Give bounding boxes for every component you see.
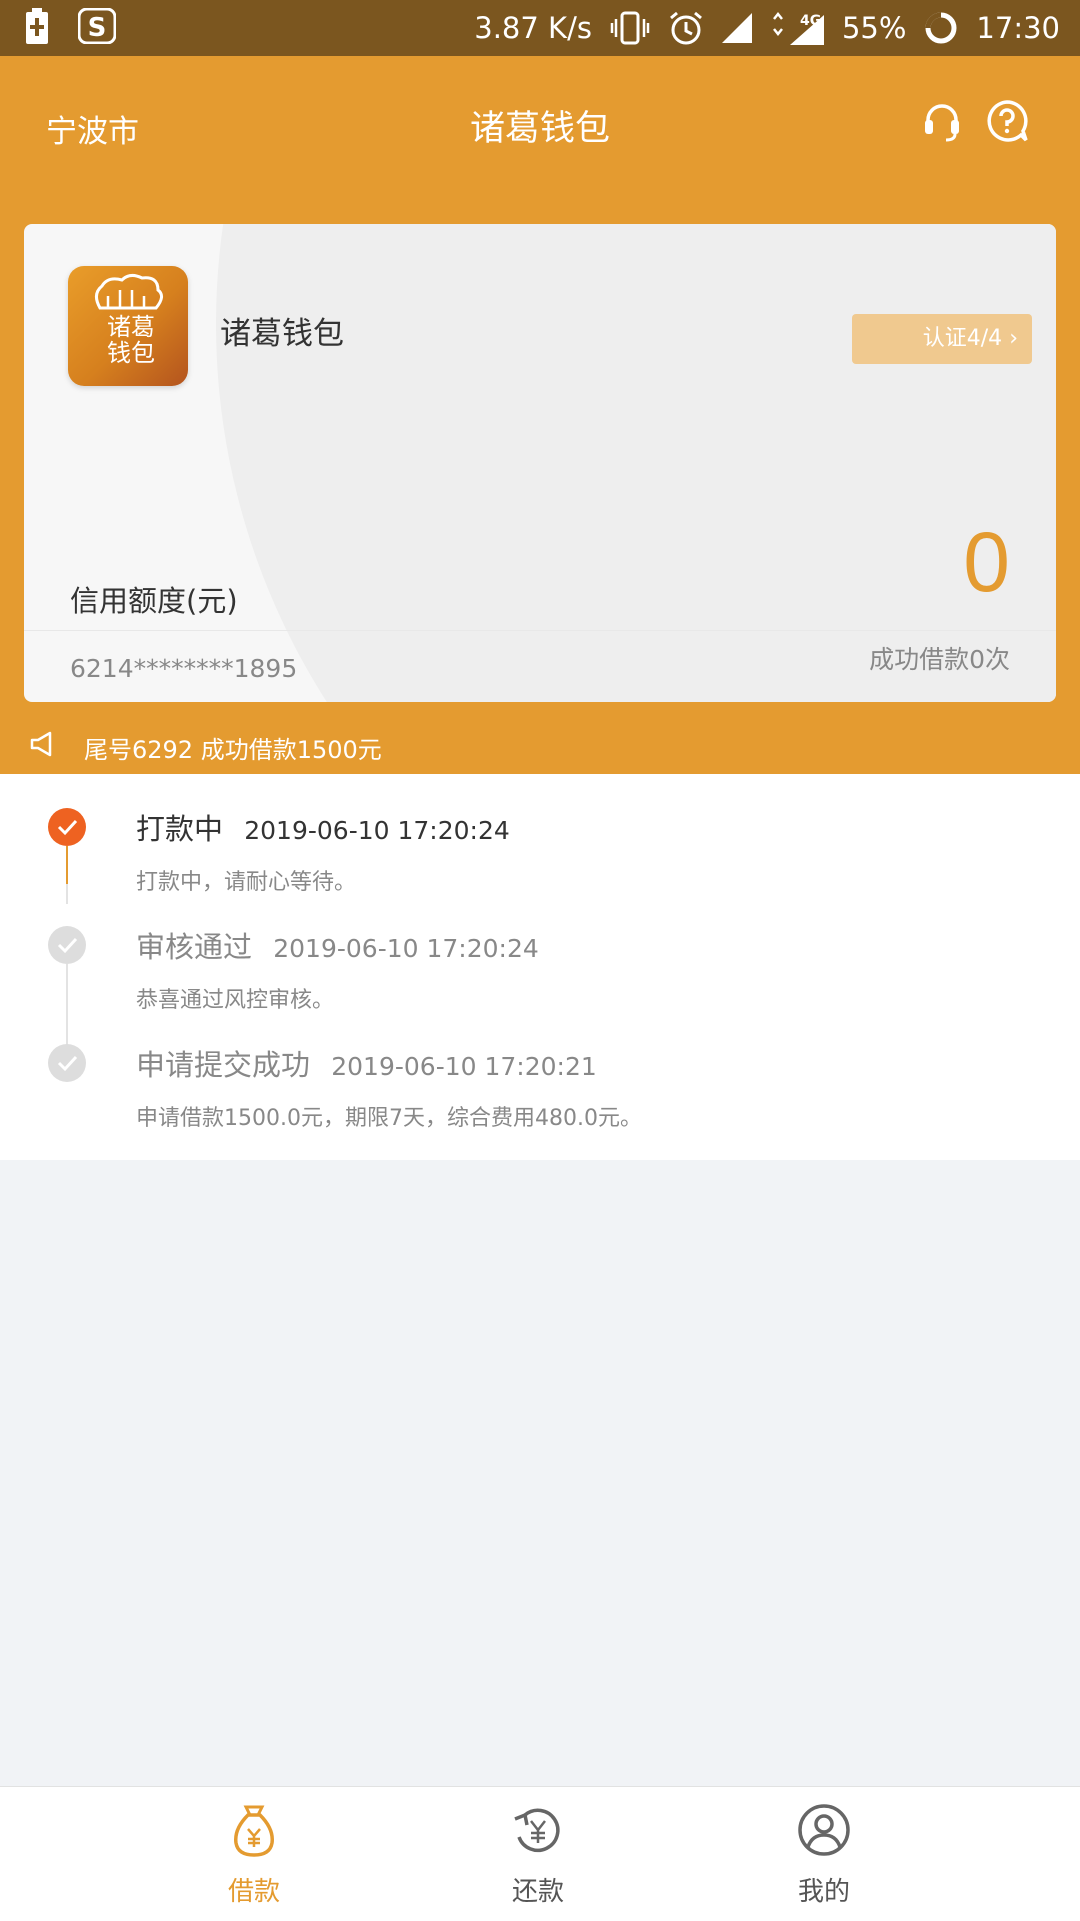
credit-label: 信用额度(元)	[70, 584, 238, 618]
bottom-tab-bar: 借款 还款 我的	[0, 1786, 1080, 1921]
svg-text:S: S	[88, 13, 107, 43]
app-s-icon: S	[78, 8, 116, 44]
battery-ring-icon	[925, 12, 957, 44]
app-name: 诸葛钱包	[220, 316, 344, 352]
success-loan-count: 成功借款0次	[869, 645, 1010, 674]
timeline-title-row: 申请提交成功 2019-06-10 17:20:21	[136, 1042, 597, 1084]
tab-label: 我的	[797, 1877, 850, 1907]
tab-mine[interactable]: 我的	[744, 1803, 904, 1908]
vibrate-icon	[610, 11, 650, 45]
tab-label: 还款	[511, 1877, 564, 1907]
timeline-title-row: 审核通过 2019-06-10 17:20:24	[136, 924, 539, 966]
tab-borrow[interactable]: 借款	[174, 1803, 334, 1908]
signal-icon	[721, 13, 752, 43]
help-icon[interactable]	[986, 100, 1028, 142]
logo-text: 诸葛钱包	[107, 313, 155, 367]
tab-label: 借款	[227, 1877, 280, 1907]
timeline-time: 2019-06-10 17:20:24	[244, 816, 510, 845]
bank-card-number: 6214********1895	[70, 654, 298, 683]
clock: 17:30	[976, 11, 1060, 45]
tab-repay[interactable]: 还款	[458, 1803, 618, 1908]
inactive-check-icon	[48, 926, 86, 964]
timeline-desc: 申请借款1500.0元，期限7天，综合费用480.0元。	[136, 1106, 642, 1131]
active-check-icon	[48, 808, 86, 846]
alarm-icon	[669, 11, 702, 45]
user-icon	[798, 1804, 850, 1856]
loan-progress-timeline: 打款中 2019-06-10 17:20:24 打款中，请耐心等待。 审核通过 …	[0, 774, 1080, 1160]
notice-text: 尾号6292 成功借款1500元	[84, 736, 382, 764]
page-title: 诸葛钱包	[469, 109, 610, 149]
credit-value: 0	[963, 515, 1010, 609]
timeline-item: 申请提交成功 2019-06-10 17:20:21 申请借款1500.0元，期…	[0, 1010, 1080, 1160]
verify-label: 认证4/4	[922, 326, 1003, 351]
network-type: 4G	[800, 13, 821, 29]
repay-icon	[514, 1808, 560, 1853]
timeline-connector	[66, 846, 68, 884]
network-speed: 3.87 K/s	[474, 11, 592, 45]
timeline-time: 2019-06-10 17:20:21	[331, 1052, 597, 1081]
notice-bar: 尾号6292 成功借款1500元	[0, 720, 1080, 774]
verify-button[interactable]: 认证4/4 ›	[852, 314, 1032, 364]
chevron-right-icon: ›	[1009, 326, 1018, 351]
battery-charging-icon	[26, 8, 48, 44]
credit-card-panel: 诸葛钱包 诸葛钱包 认证4/4 › 信用额度(元) 0 6214********…	[24, 224, 1056, 702]
money-bag-icon	[234, 1805, 274, 1857]
inactive-check-icon	[48, 1044, 86, 1082]
status-bar: S 3.87 K/s 4G 55% 17:30	[0, 0, 1080, 56]
timeline-status: 申请提交成功	[136, 1048, 311, 1082]
headset-icon[interactable]	[922, 100, 962, 142]
speaker-icon	[30, 731, 52, 757]
signal-4g-icon: 4G	[772, 11, 824, 45]
timeline-status: 打款中	[136, 812, 224, 846]
card-divider	[24, 630, 1056, 631]
app-logo: 诸葛钱包	[68, 266, 188, 386]
timeline-item: 打款中 2019-06-10 17:20:24 打款中，请耐心等待。	[0, 774, 1080, 895]
timeline-status: 审核通过	[136, 930, 253, 964]
timeline-title-row: 打款中 2019-06-10 17:20:24	[136, 806, 510, 848]
battery-percent: 55%	[841, 11, 907, 45]
timeline-connector	[66, 884, 68, 904]
header: 宁波市 诸葛钱包 诸葛钱包 诸葛钱包 认证4/4 › 信用额度(元) 0 621…	[0, 56, 1080, 774]
timeline-time: 2019-06-10 17:20:24	[273, 934, 539, 963]
timeline-item: 审核通过 2019-06-10 17:20:24 恭喜通过风控审核。	[0, 884, 1080, 1046]
